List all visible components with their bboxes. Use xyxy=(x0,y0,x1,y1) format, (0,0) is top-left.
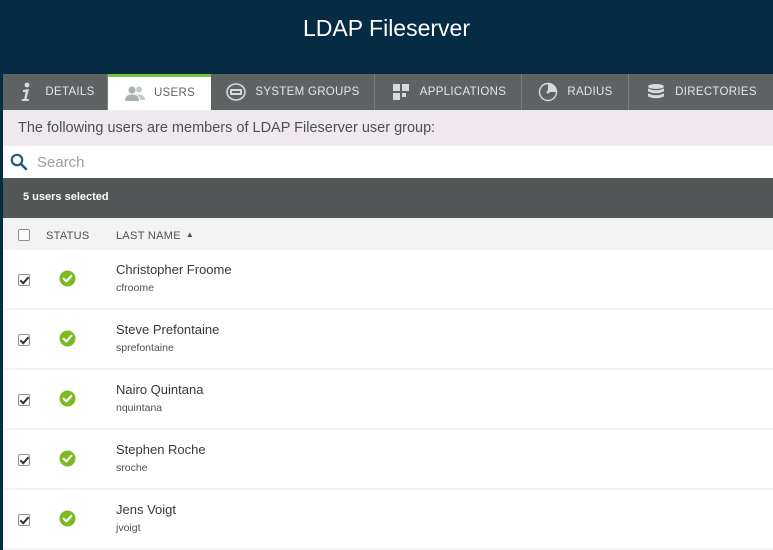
user-full-name: Steve Prefontaine xyxy=(116,322,220,337)
tab-system-groups-label: SYSTEM GROUPS xyxy=(255,86,360,98)
status-ok-icon xyxy=(59,390,76,412)
table-row[interactable]: Stephen Roche sroche xyxy=(3,430,773,488)
row-checkbox[interactable] xyxy=(18,333,30,351)
info-icon xyxy=(15,82,37,102)
row-checkbox[interactable] xyxy=(18,453,30,471)
tab-radius-label: RADIUS xyxy=(567,86,613,98)
user-full-name: Christopher Froome xyxy=(116,262,232,277)
tab-applications-label: APPLICATIONS xyxy=(419,86,507,98)
tab-details[interactable]: DETAILS xyxy=(3,74,108,110)
tab-system-groups[interactable]: SYSTEM GROUPS xyxy=(211,74,375,110)
search-bar xyxy=(3,146,773,178)
last-name-column-header[interactable]: LAST NAME ▲ xyxy=(116,230,194,242)
user-username: jvoigt xyxy=(116,522,141,534)
system-groups-icon xyxy=(225,82,247,102)
tab-users[interactable]: USERS xyxy=(108,74,211,110)
table-row[interactable]: Steve Prefontaine sprefontaine xyxy=(3,310,773,368)
table-row[interactable]: Jens Voigt jvoigt xyxy=(3,490,773,548)
status-ok-icon xyxy=(59,510,76,532)
tab-bar: DETAILS USERS SYSTEM GROUPS APPLICATIONS… xyxy=(3,74,773,110)
tab-applications[interactable]: APPLICATIONS xyxy=(375,74,522,110)
tab-details-label: DETAILS xyxy=(45,86,95,98)
users-icon xyxy=(124,84,146,104)
status-ok-icon xyxy=(59,450,76,472)
table-header: STATUS LAST NAME ▲ xyxy=(3,218,773,250)
tab-directories-label: DIRECTORIES xyxy=(675,86,757,98)
page-title: LDAP Fileserver xyxy=(302,15,471,41)
table-row[interactable]: Nairo Quintana nquintana xyxy=(3,370,773,428)
search-input[interactable] xyxy=(37,149,757,175)
user-full-name: Jens Voigt xyxy=(116,502,176,517)
status-ok-icon xyxy=(59,330,76,352)
status-column-header: STATUS xyxy=(46,230,90,242)
status-ok-icon xyxy=(59,270,76,292)
tab-users-label: USERS xyxy=(153,86,196,99)
applications-icon xyxy=(390,82,412,102)
group-panel: DETAILS USERS SYSTEM GROUPS APPLICATIONS… xyxy=(3,74,773,550)
user-username: nquintana xyxy=(116,402,163,414)
directories-icon xyxy=(645,82,667,102)
members-intro-text: The following users are members of LDAP … xyxy=(3,110,773,146)
row-checkbox[interactable] xyxy=(18,393,30,411)
radius-icon xyxy=(537,82,559,102)
user-username: cfroome xyxy=(116,282,154,294)
app-header: LDAP Fileserver xyxy=(0,0,773,74)
table-row[interactable]: Christopher Froome cfroome xyxy=(3,250,773,308)
sort-ascending-icon: ▲ xyxy=(185,230,195,239)
user-username: sroche xyxy=(116,462,148,474)
tab-radius[interactable]: RADIUS xyxy=(522,74,629,110)
tab-directories[interactable]: DIRECTORIES xyxy=(629,74,773,110)
user-full-name: Stephen Roche xyxy=(116,442,206,457)
row-checkbox[interactable] xyxy=(18,273,30,291)
search-icon[interactable] xyxy=(10,153,28,176)
user-full-name: Nairo Quintana xyxy=(116,382,204,397)
user-username: sprefontaine xyxy=(116,342,174,354)
row-checkbox[interactable] xyxy=(18,513,30,531)
select-all-checkbox[interactable] xyxy=(18,229,30,244)
selection-count: 5 users selected xyxy=(3,178,773,218)
